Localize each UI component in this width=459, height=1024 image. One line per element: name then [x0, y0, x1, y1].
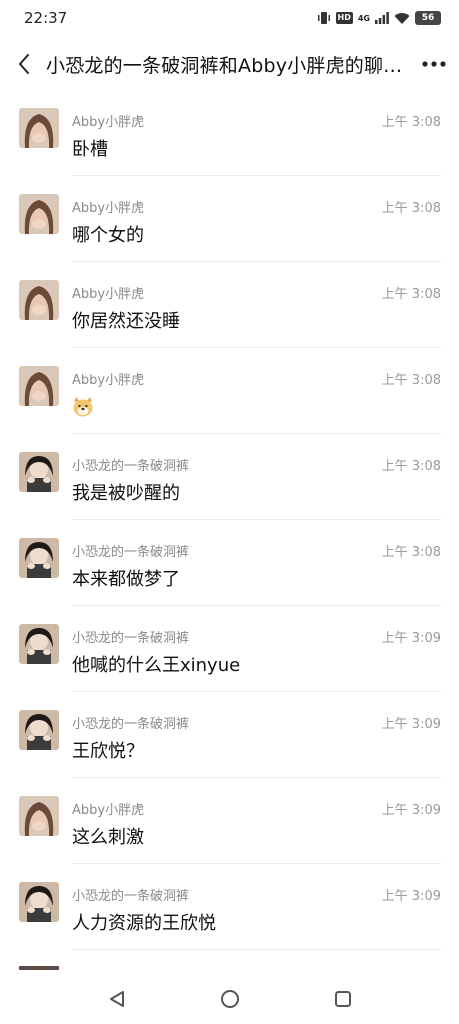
- more-options-button[interactable]: [412, 40, 456, 88]
- message-item: 小恐龙的一条破洞裤 上午 3:09 王欣悦？: [0, 692, 459, 778]
- message-time: 上午 3:08: [381, 459, 441, 474]
- system-back-button[interactable]: [97, 979, 137, 1019]
- message-sender: 小恐龙的一条破洞裤: [72, 631, 190, 646]
- message-time: 上午 3:08: [381, 201, 441, 216]
- message-text: 卧槽: [72, 139, 108, 160]
- message-sender: 小恐龙的一条破洞裤: [72, 459, 190, 474]
- status-icons: HD 4G 56: [317, 11, 441, 25]
- message-item: Abby小胖虎 上午 3:08 哪个女的: [0, 176, 459, 262]
- square-recents-icon: [334, 991, 351, 1007]
- message-text: 本来都做梦了: [72, 569, 180, 590]
- vibrate-icon: [317, 11, 331, 25]
- chat-header: 小恐龙的一条破洞裤和Abby小胖虎的聊…: [0, 40, 459, 88]
- message-time: 上午 3:09: [381, 889, 441, 904]
- message-time: 上午 3:09: [381, 631, 441, 646]
- status-time: 22:37: [24, 9, 68, 27]
- avatar-abby[interactable]: [19, 280, 59, 320]
- system-nav-bar: [0, 974, 459, 1024]
- message-sender: 小恐龙的一条破洞裤: [72, 545, 190, 560]
- chevron-left-icon: [19, 54, 29, 74]
- divider: [72, 949, 441, 950]
- message-item: Abby小胖虎 上午 3:08 你居然还没睡: [0, 262, 459, 348]
- avatar-dino[interactable]: [19, 624, 59, 664]
- avatar-abby[interactable]: [19, 108, 59, 148]
- message-time: 上午 3:08: [381, 115, 441, 130]
- status-bar: 22:37 HD 4G 56: [0, 0, 459, 36]
- message-time: 上午 3:09: [381, 803, 441, 818]
- message-time: 上午 3:09: [381, 717, 441, 732]
- message-text: 哪个女的: [72, 225, 144, 246]
- avatar-partial: [19, 966, 59, 970]
- message-sender: 小恐龙的一条破洞裤: [72, 717, 190, 732]
- message-time: 上午 3:08: [381, 545, 441, 560]
- message-item: 小恐龙的一条破洞裤 上午 3:08 我是被吵醒的: [0, 434, 459, 520]
- avatar-abby[interactable]: [19, 366, 59, 406]
- message-text: 你居然还没睡: [72, 311, 180, 332]
- network-type-label: 4G: [357, 13, 370, 23]
- message-time: 上午 3:08: [381, 287, 441, 302]
- message-text: 人力资源的王欣悦: [72, 913, 216, 934]
- message-sender: Abby小胖虎: [72, 115, 145, 130]
- system-recents-button[interactable]: [323, 979, 363, 1019]
- more-dots-icon: [422, 61, 446, 67]
- message-text: 王欣悦？: [72, 741, 144, 762]
- avatar-dino[interactable]: [19, 710, 59, 750]
- dog-face-emoji-icon: [73, 397, 93, 417]
- message-sender: Abby小胖虎: [72, 373, 145, 388]
- avatar-dino[interactable]: [19, 452, 59, 492]
- message-text: 这么刺激: [72, 827, 144, 848]
- system-home-button[interactable]: [210, 979, 250, 1019]
- message-item: 小恐龙的一条破洞裤 上午 3:08 本来都做梦了: [0, 520, 459, 606]
- message-item: 小恐龙的一条破洞裤 上午 3:09 他喊的什么王xinyue: [0, 606, 459, 692]
- battery-indicator: 56: [415, 11, 441, 25]
- message-text: 我是被吵醒的: [72, 483, 180, 504]
- message-item: Abby小胖虎 上午 3:09 这么刺激: [0, 778, 459, 864]
- avatar-dino[interactable]: [19, 882, 59, 922]
- message-sender: Abby小胖虎: [72, 287, 145, 302]
- signal-icon: [375, 12, 389, 24]
- back-button[interactable]: [2, 40, 46, 88]
- message-item: 小恐龙的一条破洞裤 上午 3:09 人力资源的王欣悦: [0, 864, 459, 950]
- message-time: 上午 3:08: [381, 373, 441, 388]
- wifi-icon: [394, 12, 410, 25]
- circle-home-icon: [220, 990, 239, 1008]
- message-list[interactable]: Abby小胖虎 上午 3:08 卧槽 Abby小胖虎 上午 3:08 哪个女的 …: [0, 90, 459, 950]
- message-text: 他喊的什么王xinyue: [72, 655, 241, 676]
- triangle-back-icon: [109, 991, 124, 1007]
- avatar-abby[interactable]: [19, 796, 59, 836]
- hd-icon: HD: [335, 12, 353, 24]
- avatar-abby[interactable]: [19, 194, 59, 234]
- message-sender: Abby小胖虎: [72, 803, 145, 818]
- message-sender: 小恐龙的一条破洞裤: [72, 889, 190, 904]
- chat-title: 小恐龙的一条破洞裤和Abby小胖虎的聊…: [46, 54, 403, 77]
- avatar-dino[interactable]: [19, 538, 59, 578]
- message-item: Abby小胖虎 上午 3:08 卧槽: [0, 90, 459, 176]
- message-item: Abby小胖虎 上午 3:08: [0, 348, 459, 434]
- message-sender: Abby小胖虎: [72, 201, 145, 216]
